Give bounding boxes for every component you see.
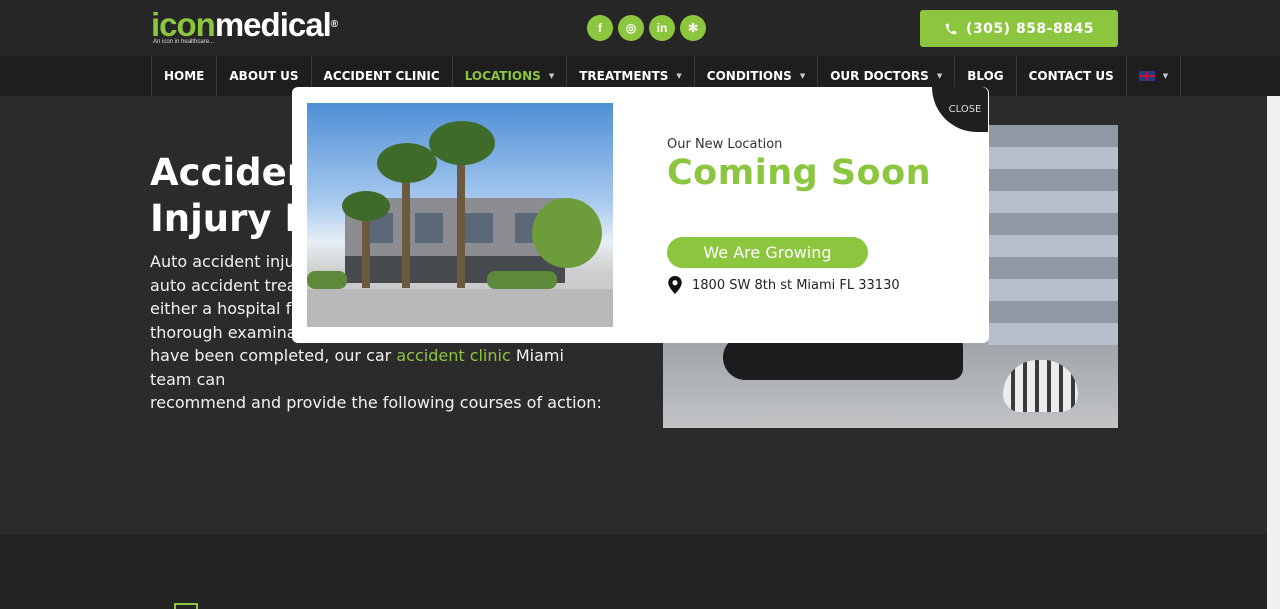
popup-title: Coming Soon	[667, 153, 932, 193]
address-text: 1800 SW 8th st Miami FL 33130	[692, 277, 900, 293]
logo-icon-text: icon	[151, 6, 216, 43]
uk-flag-icon	[1138, 71, 1155, 81]
caret-down-icon: ▼	[799, 72, 806, 80]
top-bar: iconmedical® An icon in healthcare... f …	[0, 0, 1280, 56]
yelp-icon[interactable]: ✻	[680, 15, 706, 41]
social-links: f ◎ in ✻	[587, 15, 706, 41]
popup-subtitle: Our New Location	[667, 137, 783, 152]
logo-registered-mark: ®	[330, 19, 338, 30]
we-are-growing-button[interactable]: We Are Growing	[667, 237, 868, 268]
language-selector[interactable]: ▼	[1127, 56, 1182, 96]
scrollbar[interactable]	[1267, 96, 1280, 609]
instagram-icon[interactable]: ◎	[618, 15, 644, 41]
nav-item-home[interactable]: HOME	[152, 56, 218, 96]
lower-section	[0, 534, 1267, 609]
accident-clinic-link[interactable]: accident clinic	[396, 346, 510, 365]
caret-down-icon: ▼	[1162, 72, 1169, 80]
site-logo[interactable]: iconmedical® An icon in healthcare...	[151, 8, 341, 48]
logo-medical-text: medical	[214, 6, 332, 43]
nav-item-contact-us[interactable]: CONTACT US	[1017, 56, 1127, 96]
location-pin-icon	[668, 276, 682, 294]
caret-down-icon: ▼	[676, 72, 682, 80]
linkedin-icon[interactable]: in	[649, 15, 675, 41]
popup-address: 1800 SW 8th st Miami FL 33130	[667, 276, 900, 294]
phone-number: (305) 858-8845	[966, 20, 1094, 37]
facebook-icon[interactable]: f	[587, 15, 613, 41]
logo-tagline: An icon in healthcare...	[153, 39, 215, 45]
new-location-image	[307, 103, 613, 327]
section-icon	[174, 603, 198, 609]
location-popup: Our New Location Coming Soon We Are Grow…	[292, 87, 989, 343]
caret-down-icon: ▼	[548, 72, 555, 80]
phone-call-button[interactable]: (305) 858-8845	[920, 10, 1118, 47]
caret-down-icon: ▼	[936, 72, 943, 80]
phone-icon	[945, 23, 957, 34]
